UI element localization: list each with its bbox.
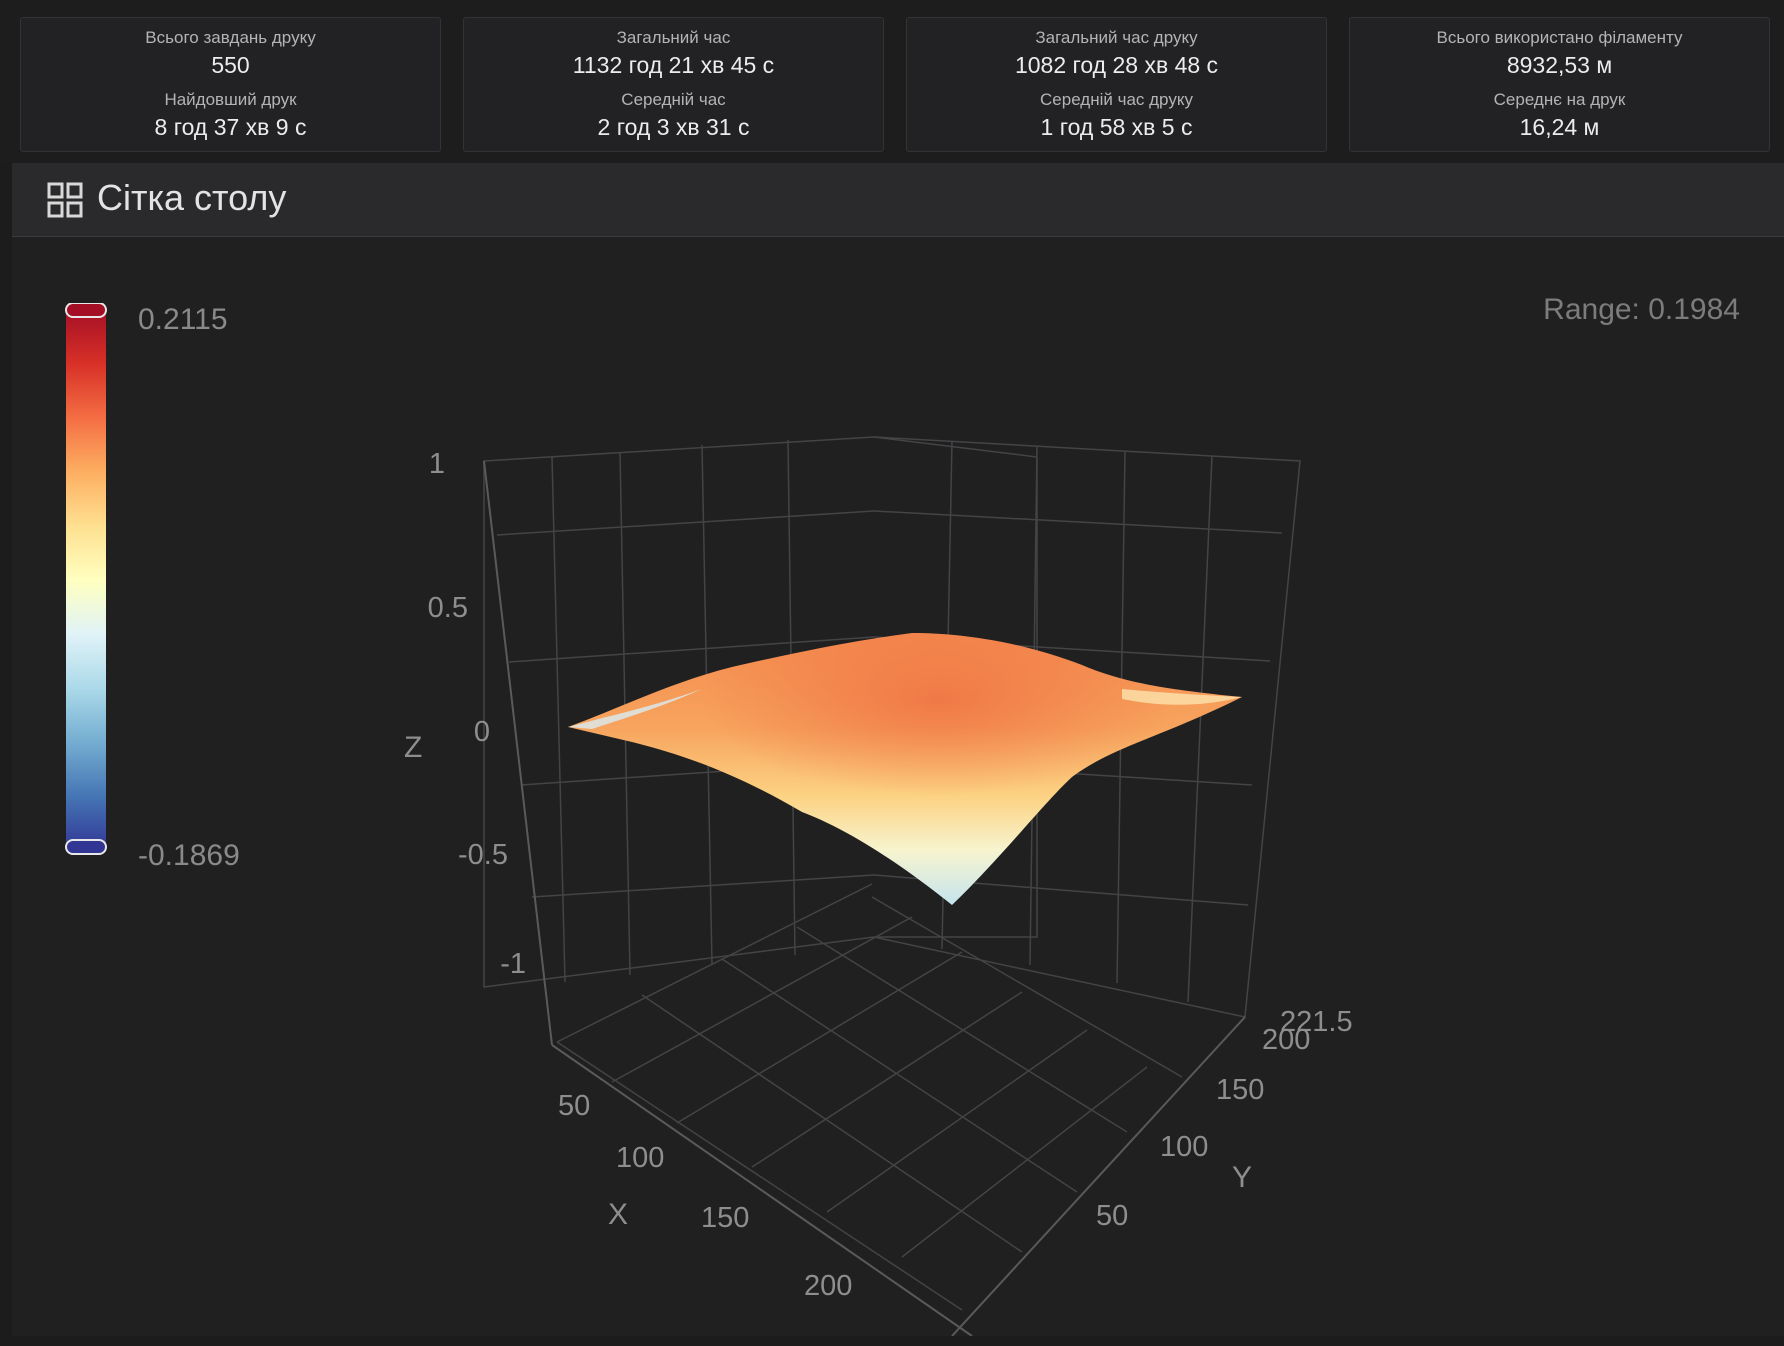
panel-title: Сітка столу (97, 177, 287, 218)
stat-card-jobs: Всього завдань друку 550 Найдовший друк … (20, 17, 441, 152)
mesh-3d-plot[interactable]: 1 0.5 0 -0.5 -1 Z 50 100 150 200 X 50 10… (12, 237, 1784, 1336)
stat-label: Середній час (621, 90, 726, 109)
z-axis-ticks: 1 0.5 0 -0.5 -1 Z (404, 448, 526, 980)
mesh-surface (568, 633, 1242, 905)
x-axis-title: X (608, 1198, 628, 1231)
stat-label: Загальний час друку (1035, 28, 1198, 47)
z-tick-label: 0.5 (428, 592, 468, 624)
stat-value: 2 год 3 хв 31 с (597, 114, 750, 140)
print-stats-row: Всього завдань друку 550 Найдовший друк … (0, 0, 1784, 162)
y-tick-label: 150 (1216, 1074, 1264, 1106)
x-tick-label: 50 (558, 1090, 590, 1122)
stat-value: 1 год 58 хв 5 с (1040, 114, 1193, 140)
stat-value: 550 (211, 52, 250, 78)
panel-header[interactable]: Сітка столу (12, 163, 1784, 237)
x-axis-ticks: 50 100 150 200 X (558, 1090, 852, 1302)
z-tick-label: -0.5 (458, 839, 508, 871)
stat-value: 1082 год 28 хв 48 с (1014, 52, 1219, 78)
stat-value: 8 год 37 хв 9 с (154, 114, 307, 140)
x-tick-label: 200 (804, 1270, 852, 1302)
stat-label: Загальний час (616, 28, 731, 47)
axis-lines (483, 460, 1246, 1336)
x-tick-label: 150 (701, 1202, 749, 1234)
stat-value: 16,24 м (1519, 114, 1600, 140)
stat-card-total-time: Загальний час 1132 год 21 хв 45 с Середн… (463, 17, 884, 152)
y-axis-title: Y (1232, 1161, 1252, 1194)
y-tick-label: 100 (1160, 1131, 1208, 1163)
z-tick-label: 1 (429, 448, 445, 480)
x-tick-label: 100 (616, 1142, 664, 1174)
stat-card-filament: Всього використано філаменту 8932,53 м С… (1349, 17, 1770, 152)
floor-grid (556, 883, 1183, 1311)
z-tick-label: -1 (500, 948, 526, 980)
stat-label: Всього завдань друку (145, 28, 316, 47)
stat-label: Середній час друку (1040, 90, 1193, 109)
stat-label: Всього використано філаменту (1436, 28, 1683, 47)
z-axis-title: Z (404, 731, 422, 764)
stat-value: 8932,53 м (1506, 52, 1613, 78)
y-tick-label: 221.5 (1280, 1006, 1353, 1038)
bed-mesh-panel: Сітка столу Range: 0.1984 0.2115 -0.1869 (12, 163, 1784, 1336)
stat-label: Найдовший друк (164, 90, 297, 109)
stat-card-print-time: Загальний час друку 1082 год 28 хв 48 с … (906, 17, 1327, 152)
z-tick-label: 0 (474, 716, 490, 748)
grid-view-icon (47, 182, 83, 218)
y-tick-label: 50 (1096, 1200, 1128, 1232)
stat-label: Середнє на друк (1493, 90, 1626, 109)
stat-value: 1132 год 21 хв 45 с (572, 52, 775, 78)
